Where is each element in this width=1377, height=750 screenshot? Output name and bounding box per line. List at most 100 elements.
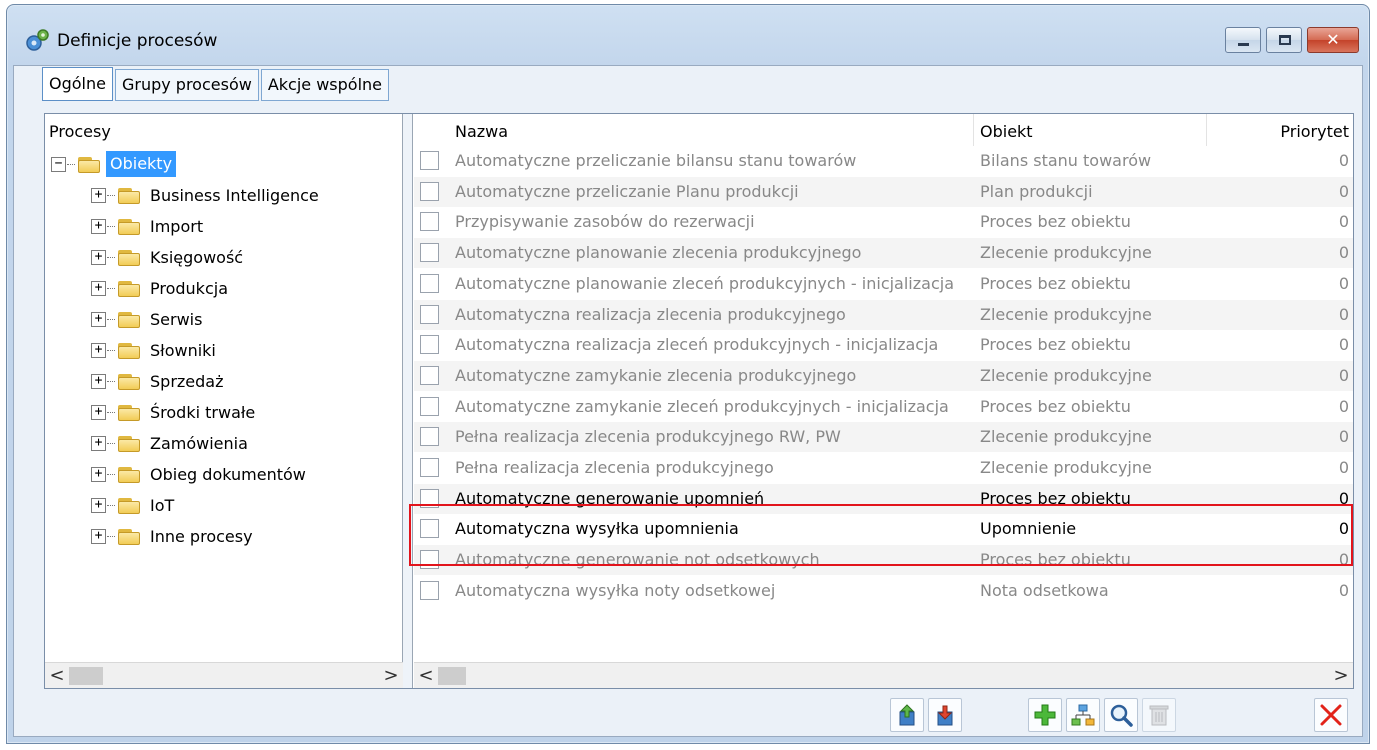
tree-node[interactable]: + Obieg dokumentów [91, 460, 306, 488]
row-checkbox[interactable] [420, 458, 439, 477]
delete-button[interactable] [1142, 698, 1176, 732]
table-row[interactable]: Automatyczne zamykanie zleceń produkcyjn… [414, 392, 1353, 422]
tree-node[interactable]: + Import [91, 212, 203, 240]
scroll-left-icon[interactable]: < [45, 665, 69, 686]
tab-process-groups[interactable]: Grupy procesów [114, 69, 259, 101]
row-checkbox[interactable] [420, 580, 439, 600]
row-checkbox[interactable] [420, 519, 439, 539]
expand-icon[interactable]: + [91, 187, 106, 203]
row-checkbox[interactable] [420, 488, 439, 508]
tree-node[interactable]: + Business Intelligence [91, 181, 319, 209]
cell-priority: 0 [1338, 304, 1349, 324]
expand-icon[interactable]: + [91, 373, 106, 389]
grid-horizontal-scrollbar[interactable]: < > [414, 662, 1353, 688]
expand-icon[interactable]: + [91, 218, 106, 234]
structure-button[interactable] [1066, 698, 1100, 732]
row-checkbox[interactable] [420, 304, 439, 324]
collapse-icon[interactable]: − [51, 156, 66, 172]
table-row[interactable]: Automatyczne planowanie zleceń produkcyj… [414, 269, 1353, 299]
scroll-thumb[interactable] [69, 666, 103, 685]
tree-node[interactable]: + Produkcja [91, 274, 228, 302]
tree-node[interactable]: + Sprzedaż [91, 367, 224, 395]
tree-node-label[interactable]: Inne procesy [150, 527, 253, 546]
expand-icon[interactable]: + [91, 466, 106, 482]
row-checkbox[interactable] [420, 335, 439, 355]
scroll-right-icon[interactable]: > [1329, 665, 1353, 686]
table-row[interactable]: Automatyczne zamykanie zlecenia produkcy… [414, 360, 1353, 391]
tree-node-label[interactable]: Zamówienia [150, 434, 248, 453]
table-row[interactable]: Automatyczna wysyłka noty odsetkowej Nota… [414, 576, 1353, 606]
row-checkbox[interactable] [420, 181, 439, 201]
tree-node-label[interactable]: Business Intelligence [150, 186, 319, 205]
cell-name: Automatyczne zamykanie zlecenia produkcy… [455, 365, 857, 385]
tab-general[interactable]: Ogólne [42, 67, 113, 101]
expand-icon[interactable]: + [91, 249, 106, 265]
export-button[interactable] [890, 698, 924, 732]
minimize-button[interactable] [1225, 27, 1261, 53]
tree-node-label[interactable]: Obiekty [106, 151, 177, 177]
row-checkbox[interactable] [420, 427, 439, 447]
column-header-name[interactable]: Nazwa [455, 122, 508, 141]
tree-node[interactable]: + Księgowość [91, 243, 243, 271]
expand-icon[interactable]: + [91, 311, 106, 327]
row-checkbox[interactable] [420, 243, 439, 263]
row-checkbox[interactable] [420, 550, 439, 570]
tree-node[interactable]: + Słowniki [91, 336, 216, 364]
table-row[interactable]: Automatyczne przeliczanie Planu produkcj… [414, 176, 1353, 207]
tree-node[interactable]: + Zamówienia [91, 429, 248, 457]
scroll-right-icon[interactable]: > [379, 665, 403, 686]
table-row[interactable]: Automatyczne przeliczanie bilansu stanu … [414, 146, 1353, 176]
expand-icon[interactable]: + [91, 497, 106, 513]
tree-node-label[interactable]: Księgowość [150, 248, 243, 267]
tree-node-label[interactable]: Produkcja [150, 279, 228, 298]
tree-node[interactable]: + IoT [91, 491, 174, 519]
table-row[interactable]: Automatyczne planowanie zlecenia produkc… [414, 238, 1353, 269]
expand-icon[interactable]: + [91, 280, 106, 296]
tree-node-label[interactable]: IoT [150, 496, 174, 515]
column-header-object[interactable]: Obiekt [980, 122, 1033, 141]
tree-node-label[interactable]: Środki trwałe [150, 403, 255, 422]
column-header-priority[interactable]: Priorytet [1280, 122, 1349, 141]
table-row[interactable]: Pełna realizacja zlecenia produkcyjnego … [414, 422, 1353, 453]
add-button[interactable] [1028, 698, 1062, 732]
table-row[interactable]: Automatyczna wysyłka upomnienia Upomnieni… [414, 514, 1353, 544]
row-checkbox[interactable] [420, 151, 439, 170]
table-row[interactable]: Przypisywanie zasobów do rezerwacji Proce… [414, 207, 1353, 237]
title-bar[interactable]: Definicje procesów ✕ [7, 5, 1369, 65]
expand-icon[interactable]: + [91, 404, 106, 420]
tree-node[interactable]: + Serwis [91, 305, 202, 333]
panel-splitter[interactable] [403, 114, 413, 688]
tab-common-actions[interactable]: Akcje wspólne [260, 69, 390, 101]
tree-node-label[interactable]: Obieg dokumentów [150, 465, 306, 484]
row-checkbox[interactable] [420, 396, 439, 416]
expand-icon[interactable]: + [91, 342, 106, 358]
tree-horizontal-scrollbar[interactable]: < > [45, 662, 403, 688]
close-button[interactable] [1314, 698, 1348, 732]
cell-object: Zlecenie produkcyjne [980, 304, 1152, 324]
tree-node-label[interactable]: Słowniki [150, 341, 216, 360]
tree-node-label[interactable]: Sprzedaż [150, 372, 224, 391]
table-row[interactable]: Automatyczna realizacja zleceń produkcyj… [414, 330, 1353, 360]
tree-node-label[interactable]: Import [150, 217, 203, 236]
tree-node[interactable]: + Środki trwałe [91, 398, 255, 426]
maximize-button[interactable] [1266, 27, 1302, 53]
table-row[interactable]: Pełna realizacja zlecenia produkcyjnego Z… [414, 453, 1353, 483]
table-row[interactable]: Automatyczna realizacja zlecenia produkc… [414, 299, 1353, 330]
tree-node[interactable]: + Inne procesy [91, 522, 253, 550]
folder-icon [118, 527, 140, 545]
scroll-left-icon[interactable]: < [414, 665, 438, 686]
scroll-thumb[interactable] [438, 666, 466, 685]
cell-priority: 0 [1338, 212, 1349, 232]
tree-node-root[interactable]: − Obiekty [51, 150, 177, 178]
close-window-button[interactable]: ✕ [1307, 27, 1359, 53]
row-checkbox[interactable] [420, 273, 439, 293]
table-row[interactable]: Automatyczne generowanie upomnień Proces … [414, 483, 1353, 514]
tree-node-label[interactable]: Serwis [150, 310, 202, 329]
expand-icon[interactable]: + [91, 435, 106, 451]
import-button[interactable] [928, 698, 962, 732]
expand-icon[interactable]: + [91, 528, 106, 544]
table-row[interactable]: Automatyczne generowanie not odsetkowych… [414, 545, 1353, 576]
row-checkbox[interactable] [420, 212, 439, 232]
row-checkbox[interactable] [420, 365, 439, 385]
search-button[interactable] [1104, 698, 1138, 732]
